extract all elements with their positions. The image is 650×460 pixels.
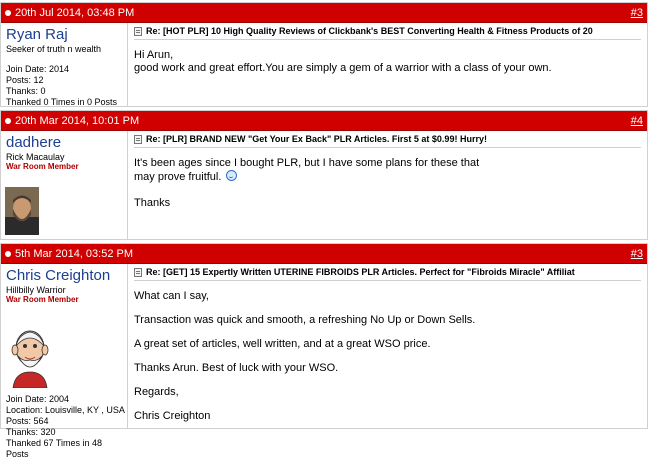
post-status-icon (5, 250, 11, 257)
user-rank: War Room Member (6, 295, 79, 304)
user-stats: Join Date: 2014 Posts: 12 Thanks: 0 Than… (6, 64, 122, 108)
user-stat: Thanked 0 Times in 0 Posts (6, 97, 118, 107)
forum-post: 20th Mar 2014, 10:01 PM #4 dadhere Rick … (0, 110, 648, 240)
message-line: What can I say, (134, 290, 209, 302)
user-title: Seeker of truth n wealth (6, 44, 102, 54)
message-line: Regards, (134, 386, 179, 398)
user-title: Hillbilly Warrior (6, 285, 66, 295)
message-line: It's been ages since I bought PLR, but I… (134, 157, 480, 169)
user-stat: Thanks: 0 (6, 86, 46, 96)
message-line: Transaction was quick and smooth, a refr… (134, 314, 476, 326)
user-avatar[interactable] (7, 326, 53, 388)
document-icon (134, 134, 142, 144)
post-status-icon (5, 9, 11, 16)
user-stats: Join Date: 2004 Location: Louisville, KY… (6, 394, 127, 460)
message-line: may prove fruitful. (134, 171, 222, 183)
user-stat: Join Date: 2014 (6, 64, 70, 74)
post-date: 5th Mar 2014, 03:52 PM (15, 247, 134, 260)
post-header: 20th Jul 2014, 03:48 PM #3 (1, 3, 647, 23)
user-stat: Thanks: 320 (6, 427, 56, 437)
user-stat: Thanked 67 Times in 48 Posts (6, 438, 103, 459)
post-date: 20th Mar 2014, 10:01 PM (15, 114, 140, 127)
post-number-link[interactable]: #3 (631, 7, 643, 19)
user-title: Rick Macaulay (6, 152, 65, 162)
post-subject: Re: [HOT PLR] 10 High Quality Reviews of… (134, 26, 641, 40)
forum-post: 20th Jul 2014, 03:48 PM #3 Ryan Raj Seek… (0, 2, 648, 107)
user-stat: Posts: 12 (6, 75, 44, 85)
document-icon (134, 26, 142, 36)
username-link[interactable]: Ryan Raj (6, 26, 122, 43)
post-status-icon (5, 117, 11, 124)
user-info: Chris Creighton Hillbilly Warrior War Ro… (1, 264, 128, 459)
user-stat: Posts: 564 (6, 416, 49, 426)
post-date: 20th Jul 2014, 03:48 PM (15, 6, 135, 19)
document-icon (134, 267, 142, 277)
message-line: Chris Creighton (134, 410, 211, 422)
message-line: A great set of articles, well written, a… (134, 338, 431, 350)
post-content: Re: [PLR] BRAND NEW "Get Your Ex Back" P… (128, 131, 647, 239)
message-line: good work and great effort.You are simpl… (134, 62, 552, 74)
post-content: Re: [HOT PLR] 10 High Quality Reviews of… (128, 23, 647, 106)
post-number-link[interactable]: #4 (631, 115, 643, 127)
smiley-icon (226, 170, 238, 181)
username-link[interactable]: dadhere (6, 134, 122, 151)
post-number-link[interactable]: #3 (631, 248, 643, 260)
user-avatar[interactable] (5, 187, 39, 235)
forum-post: 5th Mar 2014, 03:52 PM #3 Chris Creighto… (0, 243, 648, 459)
post-header: 5th Mar 2014, 03:52 PM #3 (1, 244, 647, 264)
user-stat: Join Date: 2004 (6, 394, 70, 404)
user-info: dadhere Rick Macaulay War Room Member (1, 131, 128, 239)
post-header: 20th Mar 2014, 10:01 PM #4 (1, 111, 647, 131)
post-content: Re: [GET] 15 Expertly Written UTERINE FI… (128, 264, 647, 428)
post-subject: Re: [PLR] BRAND NEW "Get Your Ex Back" P… (134, 134, 641, 148)
post-subject: Re: [GET] 15 Expertly Written UTERINE FI… (134, 267, 641, 281)
message-line: Hi Arun, (134, 49, 174, 61)
message-line: Thanks (134, 197, 171, 209)
user-stat: Location: Louisville, KY , USA (6, 405, 125, 415)
user-rank: War Room Member (6, 162, 79, 171)
message-line: Thanks Arun. Best of luck with your WSO. (134, 362, 339, 374)
user-info: Ryan Raj Seeker of truth n wealth Join D… (1, 23, 128, 108)
username-link[interactable]: Chris Creighton (6, 267, 122, 284)
